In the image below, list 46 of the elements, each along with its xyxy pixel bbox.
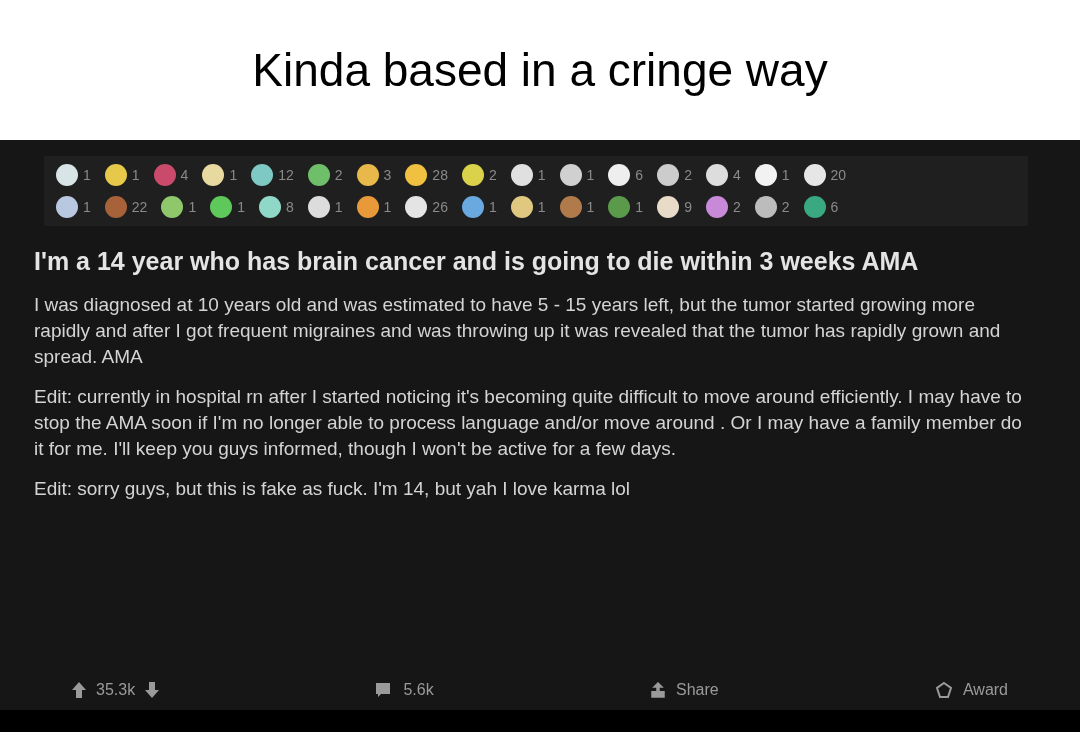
award-count: 1 bbox=[334, 197, 343, 217]
downvote-icon[interactable] bbox=[145, 682, 160, 698]
award-count: 1 bbox=[383, 197, 392, 217]
award-count: 1 bbox=[537, 165, 546, 185]
award-count: 2 bbox=[732, 197, 741, 217]
post-body-paragraph: Edit: currently in hospital rn after I started noticing it's becoming quite difficult to move around efficiently. I may have to stop the AMA soon if I'm no longer able to process language and/or move around . Or I may have a family member do it for me. I'll keep you guys informed, though I won't be active for a few days. bbox=[34, 385, 1023, 461]
award-count: 4 bbox=[180, 165, 189, 185]
vote-count: 35.3k bbox=[96, 680, 136, 700]
award-count: 6 bbox=[830, 197, 839, 217]
share-button[interactable]: Share bbox=[649, 678, 719, 702]
award-count: 1 bbox=[635, 197, 644, 217]
award-count: 1 bbox=[83, 165, 91, 185]
upvote-icon[interactable] bbox=[72, 682, 86, 698]
post-title: I'm a 14 year who has brain cancer and is going to die within 3 weeks AMA bbox=[34, 246, 920, 277]
post-body-paragraph: Edit: sorry guys, but this is fake as fuck. I'm 14, but yah I love karma lol bbox=[34, 477, 632, 501]
award-count: 1 bbox=[83, 197, 91, 217]
award-count: 20 bbox=[830, 165, 847, 185]
award-count: 9 bbox=[684, 197, 692, 217]
award-count: 1 bbox=[237, 197, 245, 217]
award-count: 3 bbox=[383, 165, 392, 185]
award-count: 4 bbox=[732, 165, 741, 185]
award-count: 28 bbox=[432, 165, 448, 185]
award-count: 8 bbox=[285, 197, 294, 217]
award-count: 1 bbox=[188, 197, 197, 217]
award-count: 12 bbox=[278, 165, 294, 185]
award-count: 22 bbox=[131, 197, 148, 217]
award-count: 1 bbox=[537, 197, 546, 217]
award-count: 2 bbox=[334, 165, 343, 185]
award-count: 1 bbox=[488, 197, 497, 217]
award-button[interactable]: Award bbox=[934, 678, 1008, 702]
comment-icon[interactable] bbox=[375, 682, 392, 698]
award-count: 2 bbox=[488, 165, 497, 185]
award-count: 1 bbox=[131, 165, 140, 185]
share-icon bbox=[649, 682, 666, 698]
award-count: 1 bbox=[781, 165, 790, 185]
award-count: 6 bbox=[635, 165, 644, 185]
award-count: 26 bbox=[432, 197, 448, 217]
comment-count: 5.6k bbox=[403, 680, 434, 700]
award-count: 1 bbox=[229, 165, 238, 185]
post-body-paragraph: I was diagnosed at 10 years old and was estimated to have 5 - 15 years left, but the tumor started growing more rapidly and after I got frequent migraines and was throwing up it was revealed that the tumor has rapidly grown and spread. AMA bbox=[34, 293, 1002, 369]
award-count: 2 bbox=[781, 197, 790, 217]
meme-caption: Kinda based in a cringe way bbox=[252, 42, 828, 98]
award-count: 1 bbox=[586, 197, 595, 217]
award-icon bbox=[934, 681, 953, 699]
award-count: 2 bbox=[684, 165, 692, 185]
award-count: 1 bbox=[586, 165, 595, 185]
